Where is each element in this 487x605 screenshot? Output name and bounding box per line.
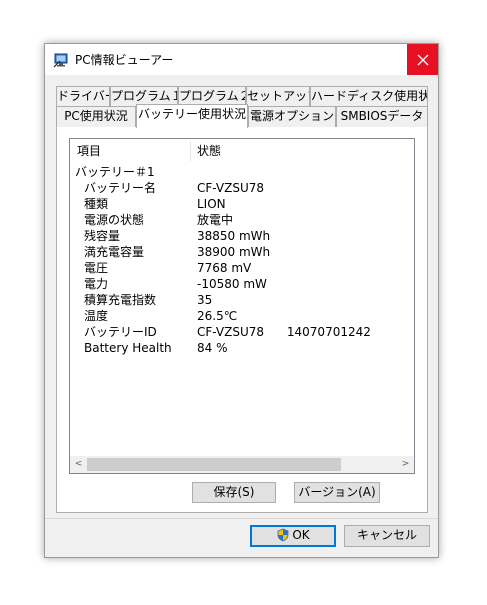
ok-label: OK: [292, 528, 310, 542]
horizontal-scrollbar[interactable]: < >: [70, 456, 414, 473]
list-item-value[interactable]: CF-VZSU78: [197, 180, 264, 196]
list-item-value[interactable]: 38900 mWh: [197, 244, 270, 260]
column-header-item[interactable]: 項目: [77, 139, 101, 163]
list-item-label[interactable]: バッテリー名: [84, 180, 156, 196]
list-item-value[interactable]: 35: [197, 292, 212, 308]
tab-row-front: PC使用状況 バッテリー使用状況 電源オプション SMBIOSデータ: [56, 104, 428, 128]
tab-power-options[interactable]: 電源オプション: [248, 106, 336, 127]
save-button[interactable]: 保存(S): [192, 482, 276, 503]
tab-battery-usage[interactable]: バッテリー使用状況: [136, 104, 248, 128]
list-item-label[interactable]: 残容量: [84, 228, 120, 244]
list-item-label[interactable]: Battery Health: [84, 340, 172, 356]
list-item-value[interactable]: 84 %: [197, 340, 228, 356]
tab-driver[interactable]: ドライバー: [56, 86, 110, 107]
pc-info-viewer-window: PC情報ビューアー ドライバー プログラム１ プログラム２ セットアップ ハード…: [44, 43, 439, 558]
scroll-right-arrow[interactable]: >: [397, 456, 414, 473]
list-item-value[interactable]: -10580 mW: [197, 276, 267, 292]
close-button[interactable]: [407, 44, 438, 75]
shield-icon: [276, 528, 290, 548]
list-item-label[interactable]: 温度: [84, 308, 108, 324]
list-item-label[interactable]: 電源の状態: [84, 212, 144, 228]
column-header-status[interactable]: 状態: [197, 139, 221, 163]
tab-pc-usage[interactable]: PC使用状況: [56, 106, 136, 127]
list-item-label[interactable]: 満充電容量: [84, 244, 144, 260]
list-item-label[interactable]: 電圧: [84, 260, 108, 276]
close-icon: [417, 54, 428, 65]
list-item-label[interactable]: 種類: [84, 196, 108, 212]
tab-hard-disk-usage[interactable]: ハードディスク使用状況: [310, 86, 428, 107]
list-item-label[interactable]: 積算充電指数: [84, 292, 156, 308]
version-button[interactable]: バージョン(A): [294, 482, 380, 503]
tab-smbios-data[interactable]: SMBIOSデータ: [336, 106, 428, 127]
battery-info-list[interactable]: 項目 状態 バッテリー＃1 バッテリー名 CF-VZSU78 種類 LION 電源の状態…: [69, 138, 415, 474]
list-item-value[interactable]: 7768 mV: [197, 260, 251, 276]
scrollbar-thumb[interactable]: [87, 458, 341, 471]
list-item-value[interactable]: 放電中: [197, 212, 233, 228]
list-item-label[interactable]: バッテリーID: [84, 324, 157, 340]
scroll-left-arrow[interactable]: <: [70, 456, 87, 473]
title-bar: PC情報ビューアー: [45, 44, 438, 75]
list-item-value[interactable]: CF-VZSU78 14070701242: [197, 324, 371, 340]
battery-tab-panel: 項目 状態 バッテリー＃1 バッテリー名 CF-VZSU78 種類 LION 電源の状態…: [56, 125, 428, 513]
cancel-button[interactable]: キャンセル: [344, 525, 430, 547]
window-title: PC情報ビューアー: [75, 53, 174, 67]
ok-button[interactable]: OK: [250, 525, 336, 547]
list-item-label[interactable]: 電力: [84, 276, 108, 292]
list-item-value[interactable]: 26.5℃: [197, 308, 237, 324]
footer-separator: [45, 518, 438, 519]
list-item-value[interactable]: LION: [197, 196, 226, 212]
app-monitor-icon: [53, 52, 69, 68]
column-separator[interactable]: [190, 141, 191, 161]
tab-setup[interactable]: セットアップ: [246, 86, 310, 107]
list-item-value[interactable]: 38850 mWh: [197, 228, 270, 244]
list-group-battery-1[interactable]: バッテリー＃1: [75, 164, 155, 180]
